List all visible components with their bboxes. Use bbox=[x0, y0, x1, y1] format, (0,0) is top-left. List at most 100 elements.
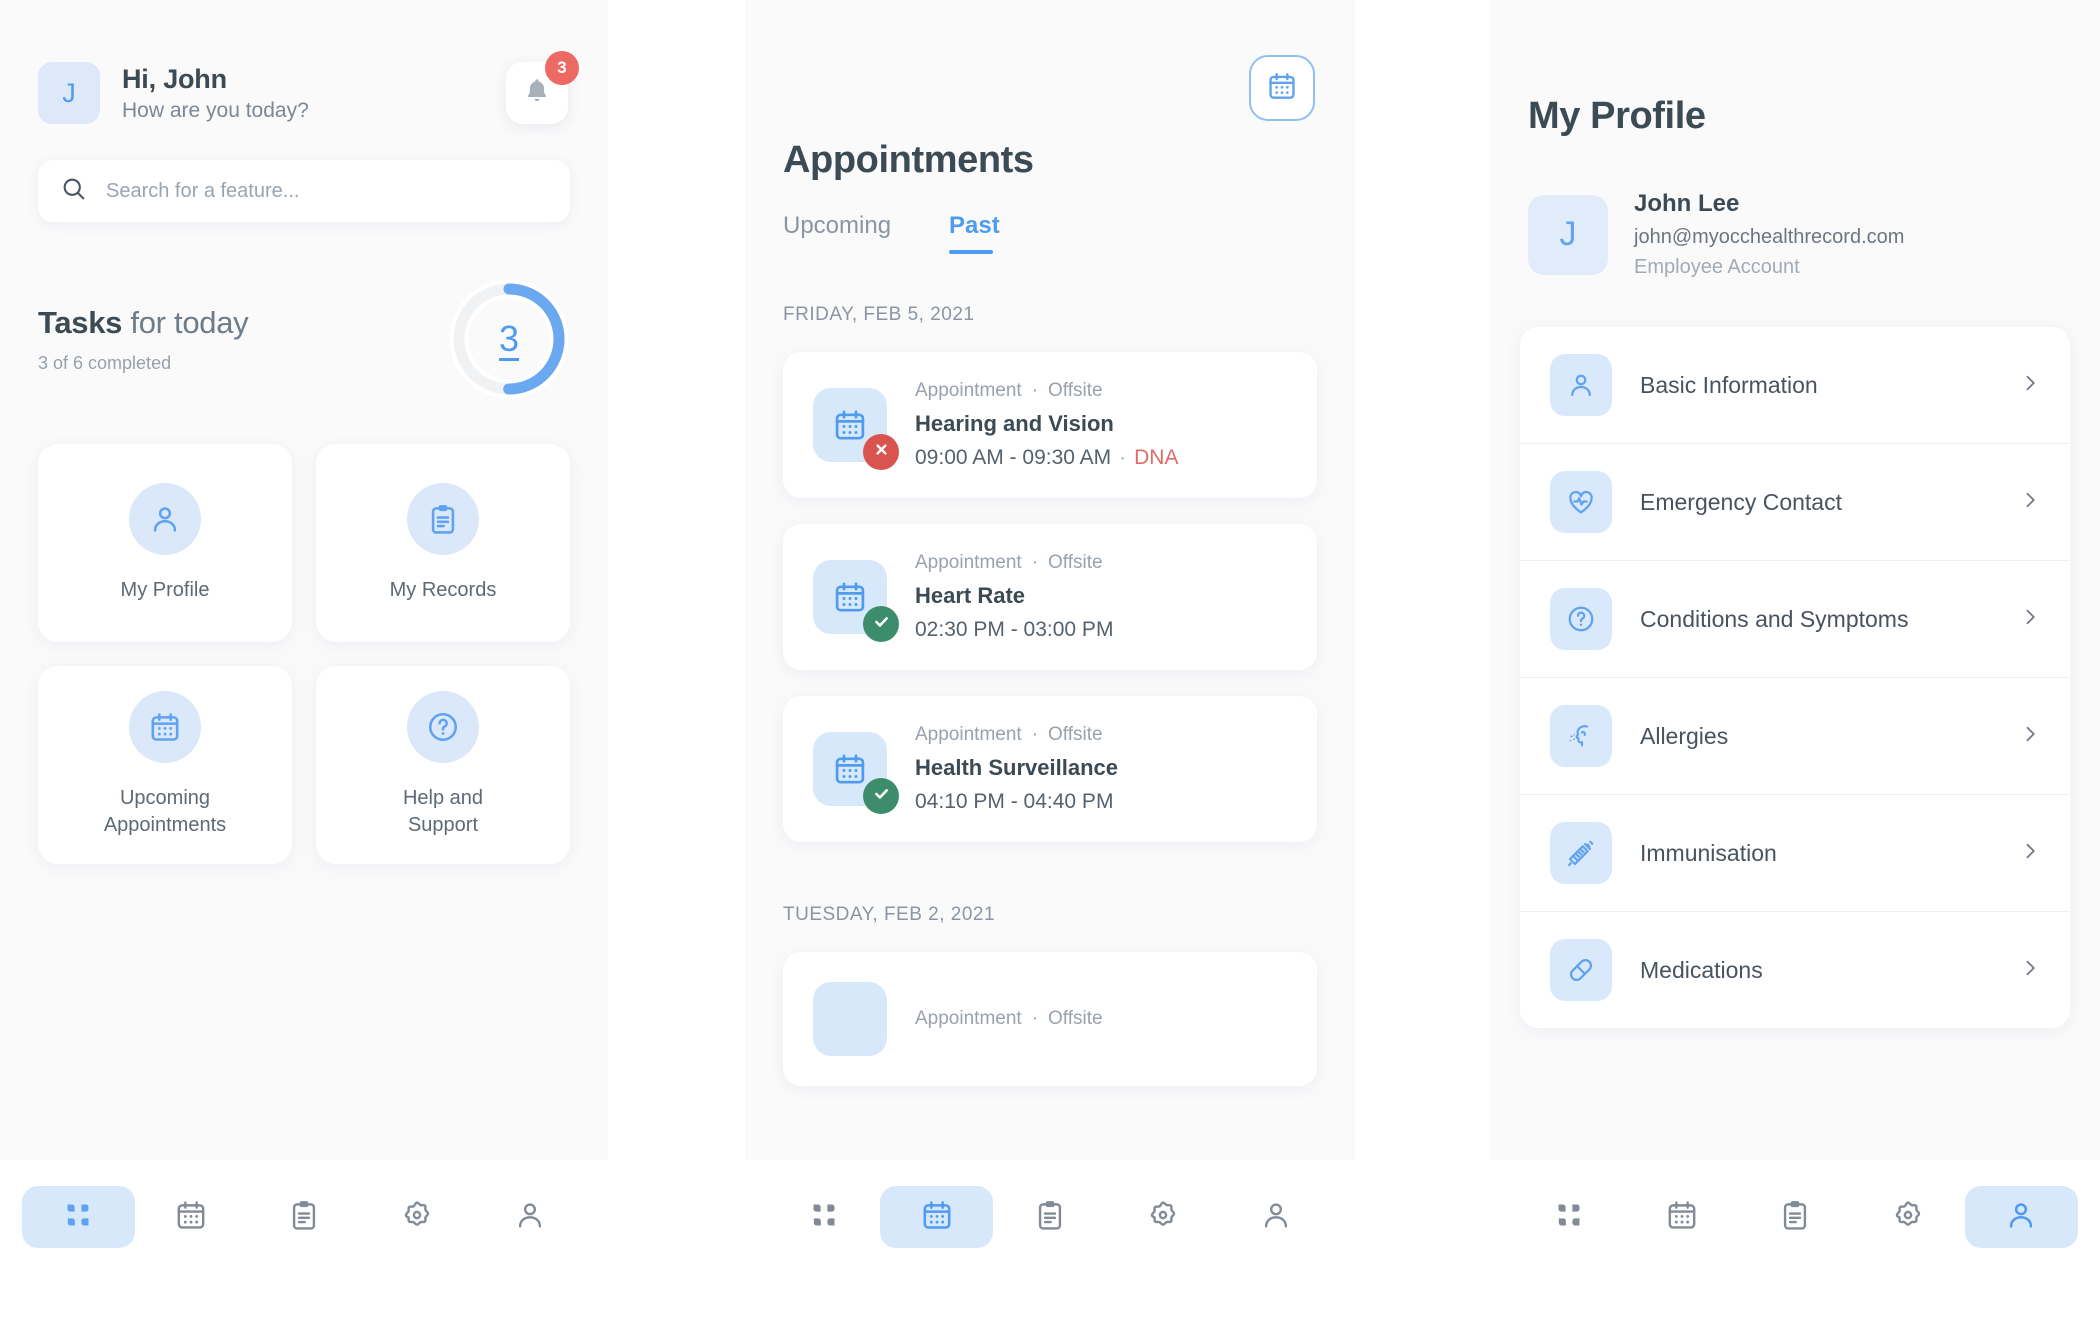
appointment-meta: Appointment · Offsite bbox=[915, 1008, 1103, 1030]
calendar-icon bbox=[813, 982, 887, 1056]
status-badge-cancelled bbox=[863, 434, 899, 470]
tab-past[interactable]: Past bbox=[949, 212, 1000, 254]
feature-card-upcoming-appointments[interactable]: Upcoming Appointments bbox=[38, 666, 292, 864]
meta-separator: · bbox=[1031, 380, 1039, 401]
appointment-time: 04:10 PM - 04:40 PM bbox=[915, 790, 1114, 813]
appointment-location: Offsite bbox=[1048, 724, 1103, 745]
profile-account-type: Employee Account bbox=[1634, 256, 1800, 278]
meta-separator: · bbox=[1031, 552, 1039, 573]
clipboard-icon bbox=[1033, 1198, 1067, 1237]
profile-item-medications[interactable]: Medications bbox=[1520, 912, 2070, 1028]
status-badge-completed bbox=[863, 778, 899, 814]
nav-item-calendar[interactable] bbox=[135, 1186, 248, 1248]
nav-item-settings[interactable] bbox=[1107, 1186, 1220, 1248]
user-icon bbox=[129, 482, 201, 555]
nav-item-calendar[interactable] bbox=[880, 1186, 994, 1248]
avatar: J bbox=[1528, 194, 1608, 275]
appointment-kind: Appointment bbox=[915, 1008, 1022, 1029]
heart-pulse-icon bbox=[1550, 471, 1612, 533]
profile-item-basic-information[interactable]: Basic Information bbox=[1520, 327, 2070, 444]
page-title: Appointments bbox=[783, 139, 1034, 181]
nav-item-profile[interactable] bbox=[473, 1186, 586, 1248]
syringe-icon bbox=[1550, 822, 1612, 884]
calendar-icon bbox=[920, 1198, 954, 1237]
appointment-kind: Appointment bbox=[915, 552, 1022, 573]
gear-icon bbox=[1891, 1198, 1925, 1237]
appointment-card-partial[interactable]: Appointment · Offsite bbox=[783, 952, 1317, 1086]
pill-icon bbox=[1550, 939, 1612, 1001]
chevron-right-icon bbox=[2020, 841, 2040, 866]
tab-upcoming[interactable]: Upcoming bbox=[783, 212, 891, 254]
profile-item-emergency-contact[interactable]: Emergency Contact bbox=[1520, 444, 2070, 561]
nav-item-profile[interactable] bbox=[1220, 1186, 1333, 1248]
greeting-block: Hi, John How are you today? bbox=[122, 64, 484, 123]
appointment-icon-wrap bbox=[813, 732, 899, 814]
feature-label-line1: Upcoming bbox=[119, 787, 211, 809]
appointment-icon-wrap bbox=[813, 560, 899, 642]
chevron-right-icon bbox=[2020, 958, 2040, 983]
nav-item-home[interactable] bbox=[1512, 1186, 1625, 1248]
nav-item-records[interactable] bbox=[248, 1186, 361, 1248]
avatar[interactable]: J bbox=[38, 62, 100, 124]
nav-item-records[interactable] bbox=[1738, 1186, 1851, 1248]
profile-item-allergies[interactable]: Allergies bbox=[1520, 678, 2070, 795]
profile-item-label: Immunisation bbox=[1640, 839, 1777, 866]
profile-item-conditions-and-symptoms[interactable]: Conditions and Symptoms bbox=[1520, 561, 2070, 678]
appointment-card[interactable]: Appointment · Offsite Hearing and Vision 0… bbox=[783, 352, 1317, 498]
feature-label: Upcoming Appointments bbox=[104, 785, 226, 839]
profile-item-label: Emergency Contact bbox=[1640, 488, 1842, 515]
appointment-location: Offsite bbox=[1048, 552, 1103, 573]
calendar-icon bbox=[1665, 1198, 1699, 1237]
nav-item-settings[interactable] bbox=[1852, 1186, 1965, 1248]
time-separator: · bbox=[1119, 446, 1127, 469]
appointment-card[interactable]: Appointment · Offsite Health Surveillance … bbox=[783, 696, 1317, 842]
appointment-icon-wrap bbox=[813, 982, 887, 1056]
appointment-card[interactable]: Appointment · Offsite Heart Rate 02:30 PM … bbox=[783, 524, 1317, 670]
appointments-topbar bbox=[745, 0, 1355, 121]
nav-item-calendar[interactable] bbox=[1625, 1186, 1738, 1248]
profile-user-text: John Lee john@myocchealthrecord.com Empl… bbox=[1634, 190, 1904, 279]
feature-label: Help and Support bbox=[403, 785, 483, 839]
appointment-icon-wrap bbox=[813, 388, 899, 470]
clipboard-icon bbox=[1778, 1198, 1812, 1237]
search-input[interactable]: Search for a feature... bbox=[38, 160, 570, 222]
profile-item-immunisation[interactable]: Immunisation bbox=[1520, 795, 2070, 912]
panel-gutter bbox=[1355, 0, 1490, 1318]
appointment-details: Appointment · Offsite Heart Rate 02:30 PM … bbox=[915, 552, 1113, 642]
profile-content: My Profile J John Lee john@myocchealthre… bbox=[1490, 0, 2100, 1160]
feature-card-my-records[interactable]: My Records bbox=[316, 444, 570, 642]
check-icon bbox=[872, 612, 891, 636]
profile-email: john@myocchealthrecord.com bbox=[1634, 226, 1905, 248]
search-icon bbox=[60, 175, 88, 208]
nav-item-home[interactable] bbox=[22, 1186, 135, 1248]
check-icon bbox=[872, 784, 891, 808]
help-circle-icon bbox=[1550, 588, 1612, 650]
clipboard-icon bbox=[287, 1198, 321, 1237]
gear-icon bbox=[400, 1198, 434, 1237]
nav-item-records[interactable] bbox=[993, 1186, 1106, 1248]
close-icon bbox=[873, 441, 890, 463]
greeting-subtitle: How are you today? bbox=[122, 98, 309, 122]
feature-card-my-profile[interactable]: My Profile bbox=[38, 444, 292, 642]
user-icon bbox=[513, 1198, 547, 1237]
chevron-right-icon bbox=[2020, 490, 2040, 515]
tasks-progress-value: 3 bbox=[498, 318, 520, 359]
notifications-button[interactable]: 3 bbox=[506, 51, 579, 124]
tasks-subtitle: 3 of 6 completed bbox=[38, 352, 172, 373]
bell-icon bbox=[522, 76, 552, 111]
nav-item-home[interactable] bbox=[767, 1186, 880, 1248]
clipboard-icon bbox=[407, 482, 479, 555]
appointment-name: Health Surveillance bbox=[915, 755, 1118, 780]
calendar-view-button[interactable] bbox=[1249, 55, 1315, 121]
nav-item-profile[interactable] bbox=[1964, 1186, 2079, 1248]
appointment-name: Heart Rate bbox=[915, 583, 1026, 608]
feature-card-help-and-support[interactable]: Help and Support bbox=[316, 666, 570, 864]
tasks-title-strong: Tasks bbox=[38, 304, 123, 340]
nav-item-settings[interactable] bbox=[360, 1186, 473, 1248]
appointment-time-row: 04:10 PM - 04:40 PM bbox=[915, 790, 1118, 814]
tasks-title: Tasks for today bbox=[38, 305, 448, 341]
profile-item-label: Basic Information bbox=[1640, 371, 1818, 398]
appointments-tabs: Upcoming Past bbox=[745, 182, 1355, 254]
bottom-navigation bbox=[1490, 1160, 2100, 1318]
greeting-title: Hi, John bbox=[122, 63, 227, 94]
